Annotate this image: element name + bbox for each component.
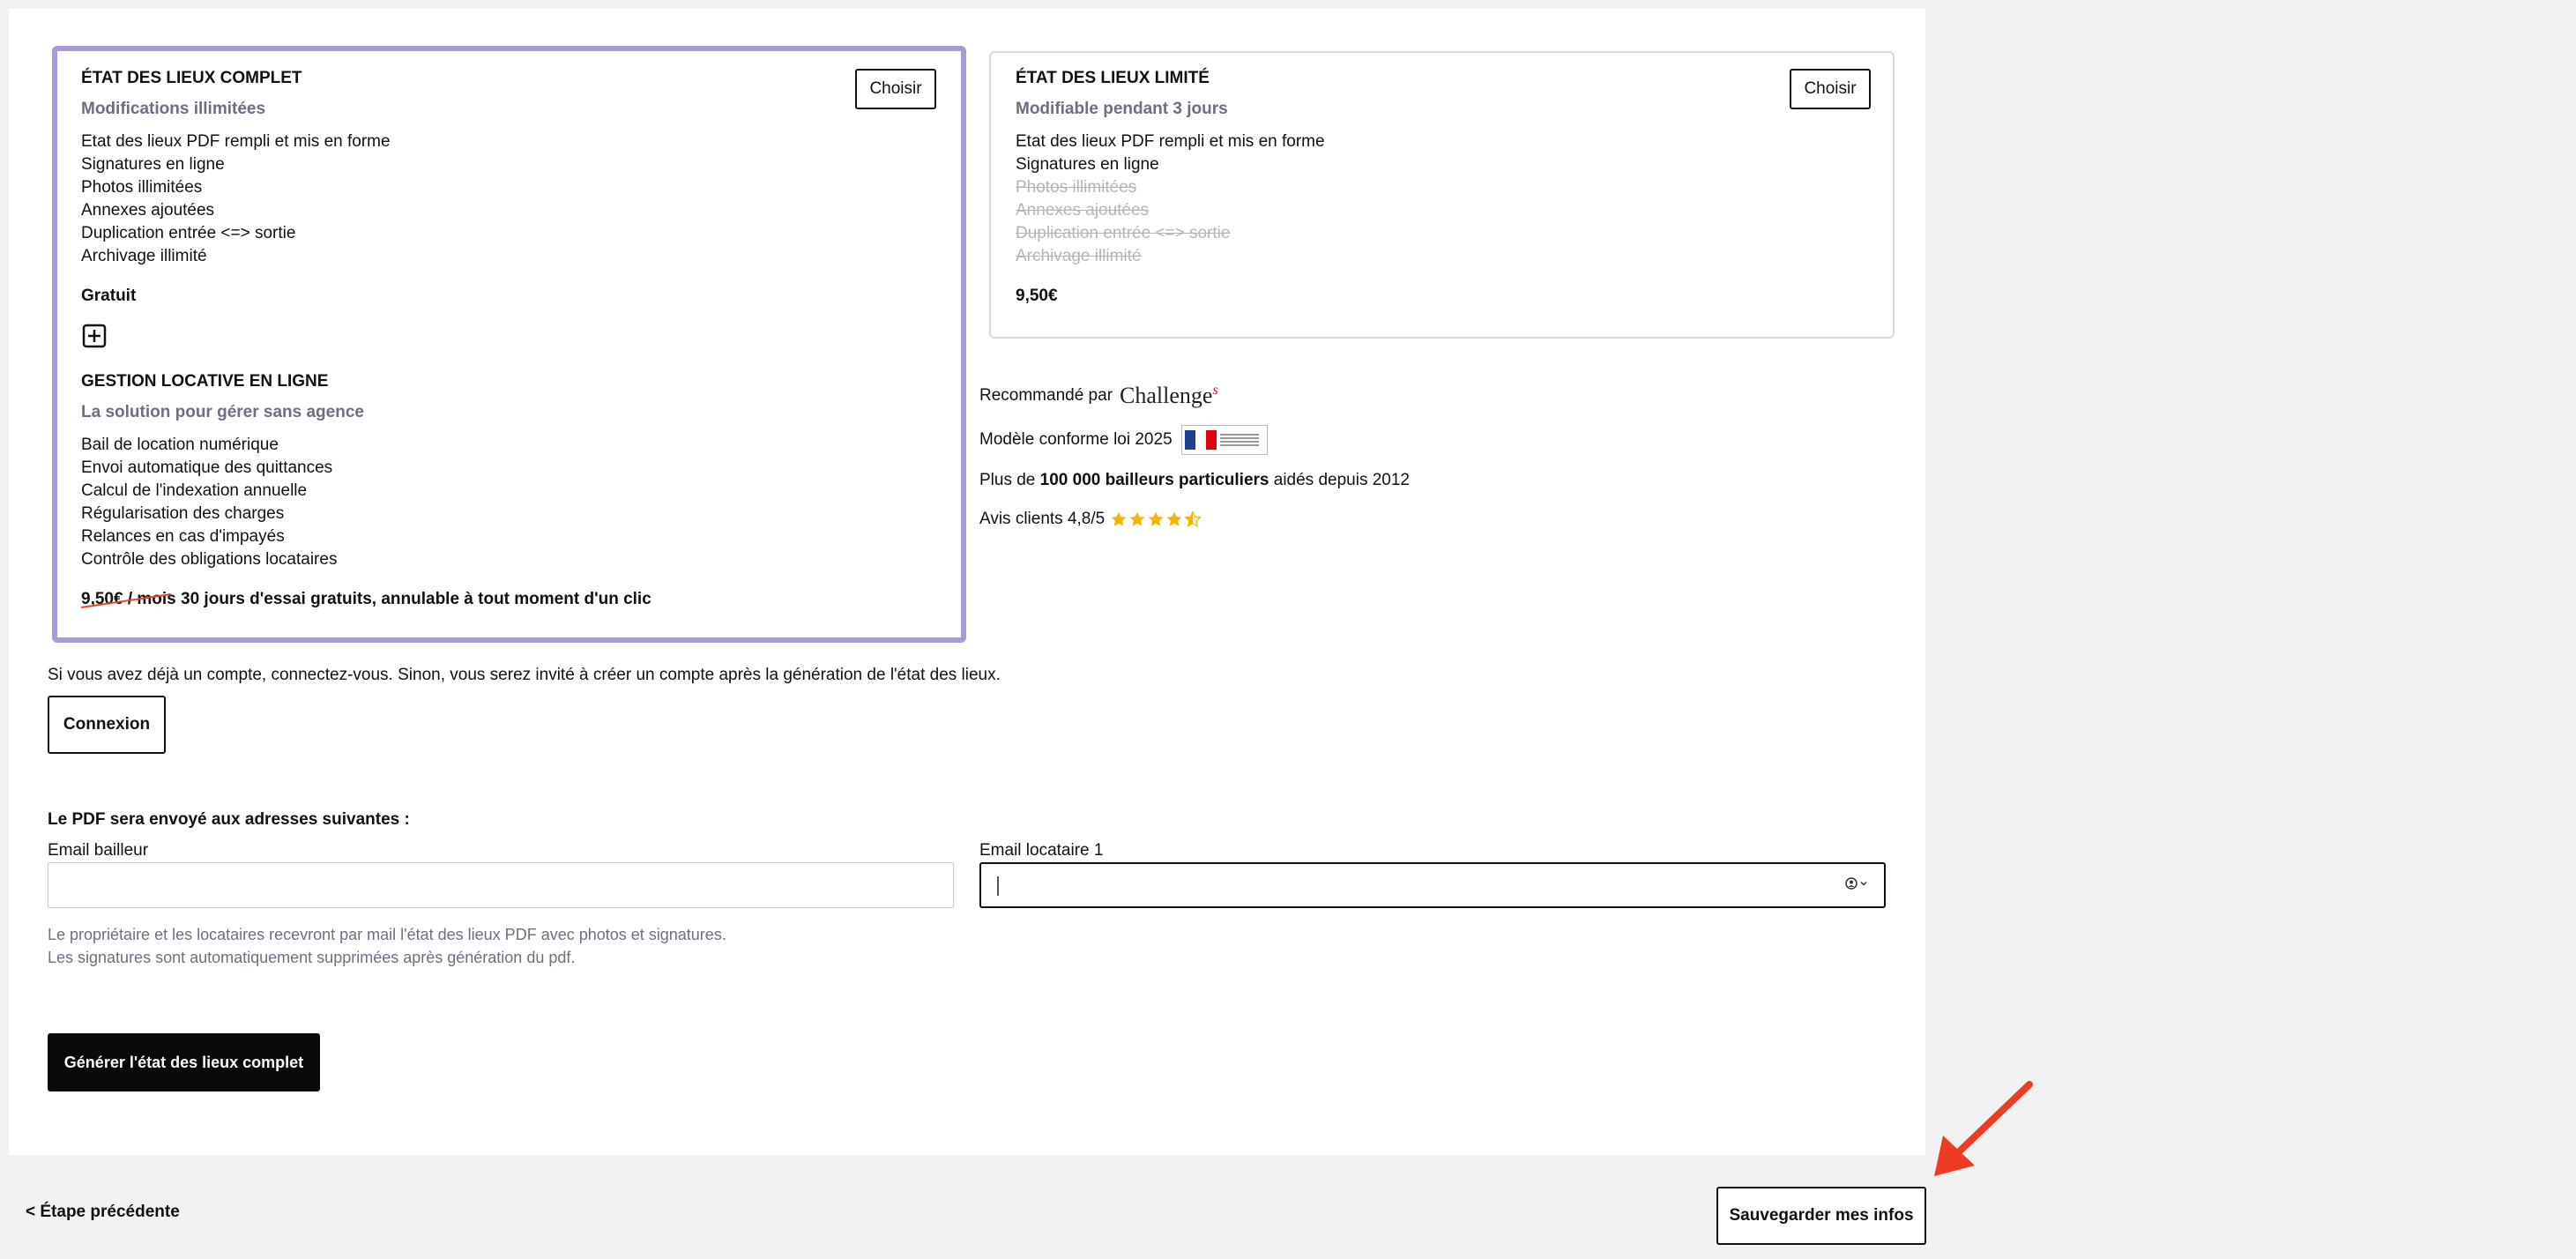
plan-price: 9,50€: [1016, 287, 1058, 305]
previous-step-link[interactable]: < Étape précédente: [26, 1203, 180, 1222]
star-icon: [1129, 511, 1145, 526]
addon-feature-item: Relances en cas d'impayés: [81, 527, 285, 546]
main-panel: ÉTAT DES LIEUX COMPLET Modifications ill…: [9, 9, 1925, 1155]
addon-subtitle: La solution pour gérer sans agence: [81, 403, 364, 421]
landlord-email-label: Email bailleur: [48, 841, 149, 860]
choose-limited-button[interactable]: Choisir: [1790, 69, 1871, 109]
star-icon: [1166, 511, 1182, 526]
addon-title: GESTION LOCATIVE EN LIGNE: [81, 372, 329, 391]
recommended-text: Recommandé par: [979, 386, 1113, 405]
challenges-logo: Challenges: [1120, 383, 1218, 408]
landlord-email-input[interactable]: [48, 862, 954, 908]
half-star-icon: [1184, 510, 1202, 527]
star-icon: [1111, 511, 1127, 526]
plan-subtitle: Modifiable pendant 3 jours: [1016, 100, 1228, 118]
addon-feature-list: Bail de location numérique Envoi automat…: [81, 434, 337, 571]
plan-price: Gratuit: [81, 287, 137, 305]
government-badge-icon: [1180, 425, 1268, 455]
feature-list: Etat des lieux PDF rempli et mis en form…: [81, 130, 391, 268]
tenant-email-input[interactable]: [979, 862, 1886, 908]
compliance-row: Modèle conforme loi 2025: [979, 425, 1268, 455]
feature-item: Signatures en ligne: [1016, 155, 1159, 174]
compliance-text: Modèle conforme loi 2025: [979, 430, 1173, 449]
reviews-row: Avis clients 4,8/5: [979, 510, 1202, 529]
choose-full-button[interactable]: Choisir: [855, 69, 936, 109]
save-info-button[interactable]: Sauvegarder mes infos: [1716, 1187, 1926, 1245]
feature-item-excluded: Photos illimitées: [1016, 178, 1137, 197]
addon-price-line: 9,50€ / mois 30 jours d'essai gratuits, …: [80, 590, 651, 609]
addon-feature-item: Calcul de l'indexation annuelle: [81, 481, 308, 500]
addon-feature-item: Envoi automatique des quittances: [81, 458, 333, 477]
recommended-row: Recommandé par Challenges: [979, 383, 1218, 409]
addon-feature-item: Contrôle des obligations locataires: [81, 550, 338, 569]
autofill-contact-icon[interactable]: [1845, 877, 1868, 890]
reviews-text: Avis clients 4,8/5: [979, 510, 1106, 528]
feature-item-excluded: Annexes ajoutées: [1016, 201, 1150, 220]
red-arrow-icon: [1934, 1081, 2033, 1176]
plan-card-limited[interactable]: ÉTAT DES LIEUX LIMITÉ Modifiable pendant…: [989, 51, 1895, 339]
tenant-email-label: Email locataire 1: [979, 841, 1104, 860]
feature-list: Etat des lieux PDF rempli et mis en form…: [1016, 130, 1325, 268]
feature-item-excluded: Archivage illimité: [1016, 247, 1142, 265]
account-info-text: Si vous avez déjà un compte, connectez-v…: [48, 666, 1001, 684]
text-caret: [997, 876, 999, 896]
addon-offer: 30 jours d'essai gratuits, annulable à t…: [181, 590, 651, 608]
feature-item: Photos illimitées: [81, 178, 203, 197]
plus-square-icon[interactable]: [82, 324, 107, 348]
feature-item: Annexes ajoutées: [81, 201, 215, 220]
star-icon: [1148, 511, 1164, 526]
email-section-heading: Le PDF sera envoyé aux adresses suivante…: [48, 810, 410, 829]
generate-button[interactable]: Générer l'état des lieux complet: [48, 1033, 320, 1091]
feature-item-excluded: Duplication entrée <=> sortie: [1016, 224, 1231, 242]
plan-title: ÉTAT DES LIEUX LIMITÉ: [1016, 69, 1210, 87]
addon-feature-item: Bail de location numérique: [81, 436, 279, 454]
feature-item: Archivage illimité: [81, 247, 207, 265]
feature-item: Etat des lieux PDF rempli et mis en form…: [81, 132, 391, 151]
email-note: Le propriétaire et les locataires recevr…: [48, 926, 726, 966]
feature-item: Etat des lieux PDF rempli et mis en form…: [1016, 132, 1325, 151]
feature-item: Signatures en ligne: [81, 155, 225, 174]
rating-stars: [1110, 510, 1202, 528]
addon-feature-item: Régularisation des charges: [81, 504, 285, 523]
plan-card-full[interactable]: ÉTAT DES LIEUX COMPLET Modifications ill…: [52, 46, 966, 643]
plan-subtitle: Modifications illimitées: [81, 100, 266, 118]
landlords-row: Plus de 100 000 bailleurs particuliers a…: [979, 471, 1410, 489]
addon-old-price: 9,50€ / mois: [80, 590, 176, 608]
plan-title: ÉTAT DES LIEUX COMPLET: [81, 69, 302, 87]
login-button[interactable]: Connexion: [48, 696, 166, 754]
strike-mark: [80, 593, 172, 608]
feature-item: Duplication entrée <=> sortie: [81, 224, 296, 242]
